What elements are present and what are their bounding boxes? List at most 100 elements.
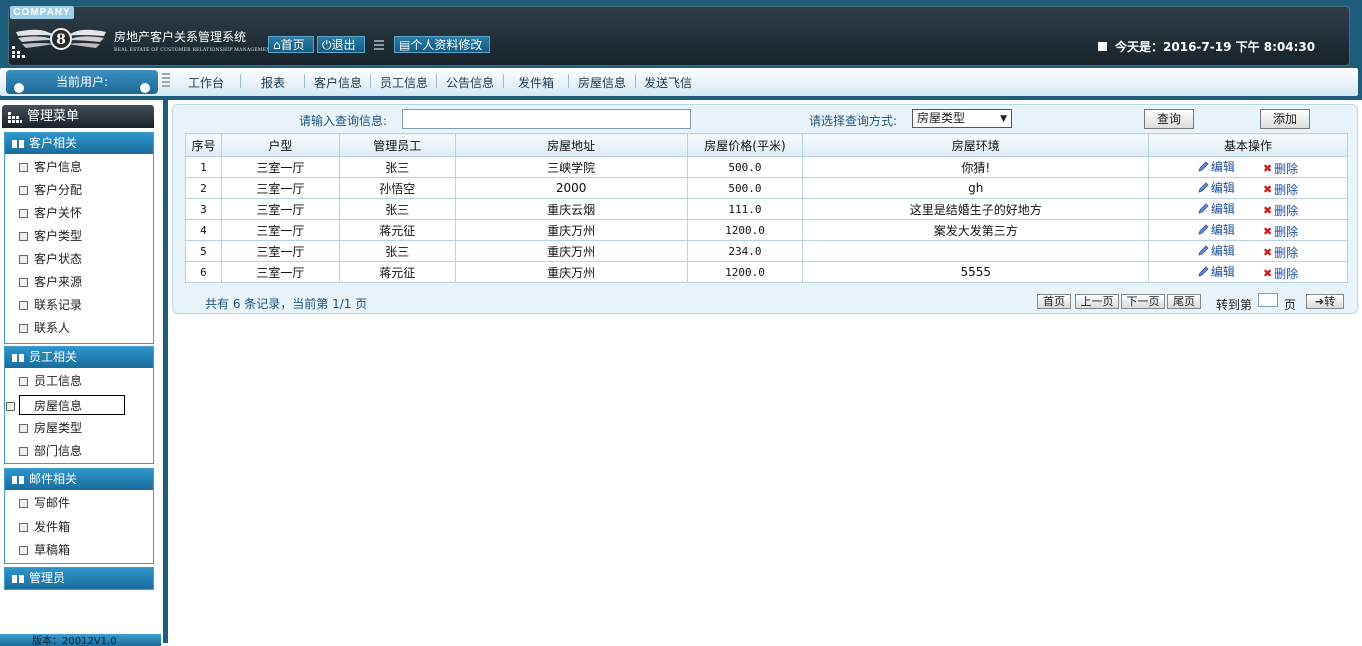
sidebar-item-customer-care[interactable]: 客户关怀 [19, 203, 82, 223]
sidebar-item-label: 客户类型 [34, 229, 83, 243]
sidebar-item-customer-source[interactable]: 客户来源 [19, 272, 82, 292]
pencil-icon [1198, 202, 1209, 214]
prev-page-button[interactable]: 上一页 [1075, 294, 1119, 309]
sidebar-item-drafts[interactable]: 草稿箱 [19, 540, 70, 560]
edit-label: 编辑 [1210, 243, 1235, 258]
sidebar-item-employee-info[interactable]: 员工信息 [19, 371, 82, 391]
book-icon [12, 140, 24, 148]
exit-button[interactable]: ⏻退出 [317, 36, 365, 53]
menu-group-employees: 员工相关 员工信息 房屋信息 房屋类型 部门信息 [4, 346, 154, 464]
bullet-icon [19, 377, 28, 386]
house-table: 序号 户型 管理员工 房屋地址 房屋价格(平米) 房屋环境 基本操作 1 三室一… [185, 133, 1348, 283]
edit-link[interactable]: 编辑 [1198, 179, 1235, 196]
sidebar-item-write-mail[interactable]: 写邮件 [19, 493, 70, 513]
company-tag: COMPANY [10, 6, 74, 19]
cell-no: 3 [185, 198, 222, 220]
cell-actions: 编辑 ✖ 删除 [1148, 198, 1348, 220]
sidebar-item-department-info[interactable]: 部门信息 [19, 441, 82, 461]
cell-no: 6 [185, 261, 222, 283]
goto-page-input[interactable] [1258, 293, 1278, 307]
cell-address: 重庆万州 [454, 240, 688, 262]
column-header: 基本操作 [1148, 133, 1348, 157]
menu-group-header[interactable]: 员工相关 [5, 347, 153, 368]
cell-price: 500.0 [686, 156, 804, 178]
bullet-icon [19, 278, 28, 287]
table-row: 6 三室一厅 蒋元征 重庆万州 1200.0 5555 编辑 ✖ 删除 [185, 261, 1348, 283]
bullet-icon [19, 232, 28, 241]
cell-environment: 5555 [802, 261, 1150, 283]
goto-label: 转到第 [1216, 298, 1253, 312]
edit-link[interactable]: 编辑 [1198, 263, 1235, 280]
search-label: 请输入查询信息: [299, 114, 388, 128]
delete-link[interactable]: ✖ 删除 [1263, 244, 1298, 261]
cell-actions: 编辑 ✖ 删除 [1148, 156, 1348, 178]
edit-link[interactable]: 编辑 [1198, 242, 1235, 259]
sidebar-item-customer-info[interactable]: 客户信息 [19, 157, 82, 177]
cell-staff: 孙悟空 [338, 177, 456, 199]
edit-link[interactable]: 编辑 [1198, 200, 1235, 217]
sidebar-item-house-type[interactable]: 房屋类型 [19, 418, 82, 438]
nav-item-customers[interactable]: 客户信息 [314, 74, 362, 91]
exit-label: 退出 [331, 38, 356, 52]
search-input[interactable] [402, 109, 691, 129]
nav-item-outbox[interactable]: 发件箱 [518, 74, 554, 91]
next-page-button[interactable]: 下一页 [1121, 294, 1165, 309]
edit-label: 编辑 [1210, 201, 1235, 216]
search-mode-value: 房屋类型 [917, 111, 966, 125]
nav-item-notices[interactable]: 公告信息 [446, 74, 494, 91]
sidebar-item-contact-records[interactable]: 联系记录 [19, 295, 82, 315]
edit-link[interactable]: 编辑 [1198, 221, 1235, 238]
last-page-button[interactable]: 尾页 [1167, 294, 1201, 309]
cell-actions: 编辑 ✖ 删除 [1148, 177, 1348, 199]
bullet-icon [19, 499, 28, 508]
nav-item-workbench[interactable]: 工作台 [188, 74, 224, 91]
lamp-icon [140, 83, 150, 93]
grip-icon [374, 40, 384, 50]
table-row: 4 三室一厅 蒋元征 重庆万州 1200.0 案发大发第三方 编辑 ✖ 删除 [185, 219, 1348, 241]
first-page-button[interactable]: 首页 [1037, 294, 1071, 309]
sidebar-item-outbox[interactable]: 发件箱 [19, 517, 70, 537]
cell-type: 三室一厅 [220, 156, 340, 178]
sidebar-item-customer-status[interactable]: 客户状态 [19, 249, 82, 269]
query-button[interactable]: 查询 [1144, 109, 1194, 129]
delete-link[interactable]: ✖ 删除 [1263, 265, 1298, 282]
cell-price: 500.0 [686, 177, 804, 199]
edit-label: 编辑 [1210, 222, 1235, 237]
nav-separator [370, 74, 371, 88]
cell-environment: gh [802, 177, 1150, 199]
sidebar-item-customer-type[interactable]: 客户类型 [19, 226, 82, 246]
menu-group-header[interactable]: 管理员 [5, 568, 153, 589]
search-mode-select[interactable]: 房屋类型 ▼ [912, 109, 1012, 128]
svg-text:8: 8 [56, 32, 66, 48]
edit-label: 编辑 [1210, 180, 1235, 195]
delete-link[interactable]: ✖ 删除 [1263, 202, 1298, 219]
today-label: 今天是： [1115, 40, 1164, 54]
delete-link[interactable]: ✖ 删除 [1263, 181, 1298, 198]
cell-type: 三室一厅 [220, 219, 340, 241]
sidebar-item-label: 客户关怀 [34, 206, 83, 220]
delete-link[interactable]: ✖ 删除 [1263, 223, 1298, 240]
menu-group-header[interactable]: 邮件相关 [5, 469, 153, 490]
sidebar-item-house-info[interactable]: 房屋信息 [6, 395, 125, 415]
sidebar-item-customer-assign[interactable]: 客户分配 [19, 180, 82, 200]
nav-item-send-fetion[interactable]: 发送飞信 [644, 74, 692, 91]
sidebar-item-contacts[interactable]: 联系人 [19, 318, 70, 338]
goto-button[interactable]: ➜转 [1306, 294, 1344, 309]
bullet-icon [19, 324, 28, 333]
home-button[interactable]: ⌂首页 [268, 36, 314, 53]
profile-edit-button[interactable]: ▤个人资料修改 [394, 36, 490, 53]
delete-link[interactable]: ✖ 删除 [1263, 160, 1298, 177]
edit-link[interactable]: 编辑 [1198, 158, 1235, 175]
bullet-icon [19, 163, 28, 172]
column-header: 房屋环境 [802, 133, 1150, 157]
add-button[interactable]: 添加 [1260, 109, 1310, 129]
sidebar-item-label: 写邮件 [34, 496, 71, 510]
delete-label: 删除 [1274, 266, 1299, 281]
bullet-icon [19, 424, 28, 433]
nav-item-reports[interactable]: 报表 [261, 74, 285, 91]
nav-item-houses[interactable]: 房屋信息 [578, 74, 626, 91]
nav-item-employees[interactable]: 员工信息 [380, 74, 428, 91]
delete-label: 删除 [1274, 161, 1299, 176]
cell-staff: 张三 [338, 156, 456, 178]
menu-group-header[interactable]: 客户相关 [5, 133, 153, 154]
